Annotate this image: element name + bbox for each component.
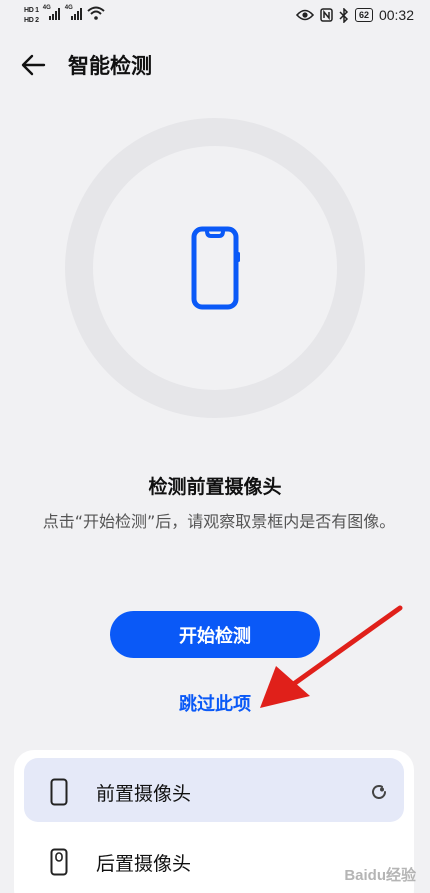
wifi-icon	[87, 6, 105, 20]
status-bar: HD 1 HD 2 4G 4G 62 00:32	[0, 0, 430, 34]
signal-icon: 4G	[43, 5, 61, 20]
hd2-indicator: HD 2	[24, 17, 39, 24]
nfc-icon	[320, 8, 333, 22]
hd1-indicator: HD 1	[24, 7, 39, 14]
list-item-label: 前置摄像头	[96, 783, 192, 805]
front-phone-icon	[50, 778, 68, 806]
page-title: 智能检测	[68, 54, 152, 78]
instruction-text: 点击“开始检测”后，请观察取景框内是否有图像。	[42, 512, 396, 531]
battery-icon: 62	[354, 8, 373, 22]
skip-item-link[interactable]: 跳过此项	[0, 690, 430, 716]
start-detection-button[interactable]: 开始检测	[110, 611, 320, 658]
list-item-label: 后置摄像头	[96, 853, 192, 875]
rear-camera-phone-icon	[50, 848, 68, 876]
eye-icon	[295, 9, 314, 21]
bluetooth-icon	[339, 7, 348, 23]
back-arrow-icon[interactable]	[20, 51, 48, 79]
clock: 00:32	[378, 7, 414, 23]
app-header: 智能检测	[0, 40, 430, 90]
signal-icon: 4G	[65, 5, 83, 20]
phone-icon	[191, 226, 240, 310]
baidu-watermark: Baidu经验	[344, 867, 416, 884]
loading-icon	[372, 785, 386, 799]
list-item-front-camera[interactable]: 前置摄像头	[24, 758, 404, 822]
detection-heading: 检测前置摄像头	[148, 476, 282, 498]
